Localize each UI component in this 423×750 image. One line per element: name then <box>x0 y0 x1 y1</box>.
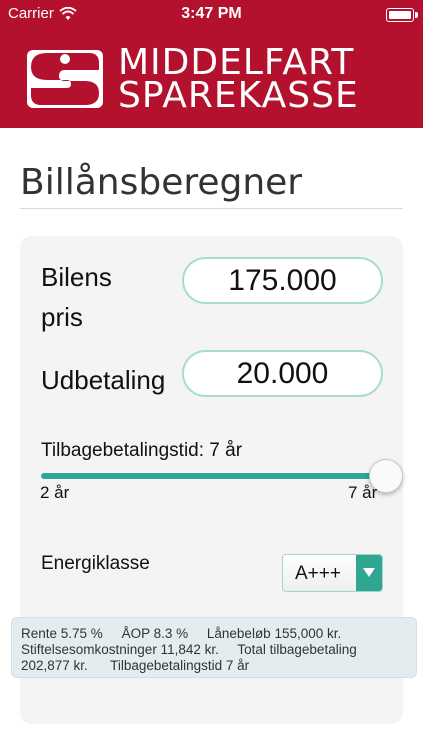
downpayment-label: Udbetaling <box>41 365 166 395</box>
summary-total-value: 202,877 kr. <box>21 658 88 673</box>
price-label: Bilens pris <box>41 257 112 337</box>
summary-aop: ÅOP 8.3 % <box>121 626 189 641</box>
chevron-down-icon[interactable] <box>356 555 382 591</box>
car-price-input[interactable]: 175.000 <box>182 257 383 304</box>
term-label: Tilbagebetalingstid: 7 år <box>41 440 243 461</box>
loan-summary: Rente 5.75 % ÅOP 8.3 % Lånebeløb 155,000… <box>11 617 417 678</box>
page-title: Billånsberegner <box>20 162 303 203</box>
status-bar: Carrier 3:47 PM <box>0 0 423 30</box>
term-min-label: 2 år <box>40 483 70 502</box>
logo-line2: SPAREKASSE <box>118 75 359 116</box>
bank-logo-text: MIDDELFART SPAREKASSE <box>118 45 359 116</box>
summary-tilbagebetalingstid: Tilbagebetalingstid 7 år <box>110 658 250 673</box>
energy-class-value: A+++ <box>295 563 341 584</box>
energy-class-label: Energiklasse <box>41 553 150 574</box>
energy-class-select[interactable]: A+++ <box>282 554 383 592</box>
downpayment-input[interactable]: 20.000 <box>182 350 383 397</box>
summary-line-2: Stiftelsesomkostninger 11,842 kr. Total … <box>21 642 416 658</box>
battery-icon <box>386 8 418 22</box>
summary-rente: Rente 5.75 % <box>21 626 103 641</box>
summary-line-1: Rente 5.75 % ÅOP 8.3 % Lånebeløb 155,000… <box>21 626 416 642</box>
term-max-label: 7 år <box>348 483 378 502</box>
summary-laanebeloeb: Lånebeløb 155,000 kr. <box>206 626 342 641</box>
status-time: 3:47 PM <box>181 5 242 22</box>
title-divider <box>20 208 403 209</box>
price-label-line1: Bilens <box>41 262 112 292</box>
app-header: MIDDELFART SPAREKASSE <box>0 30 423 128</box>
price-label-line2: pris <box>41 302 83 332</box>
sparekasse-s-logo <box>27 50 103 108</box>
summary-total-label: Total tilbagebetaling <box>237 642 357 657</box>
summary-stiftelse: Stiftelsesomkostninger 11,842 kr. <box>21 642 219 657</box>
term-slider-track[interactable] <box>41 473 386 479</box>
summary-line-3: 202,877 kr. Tilbagebetalingstid 7 år <box>21 658 416 674</box>
